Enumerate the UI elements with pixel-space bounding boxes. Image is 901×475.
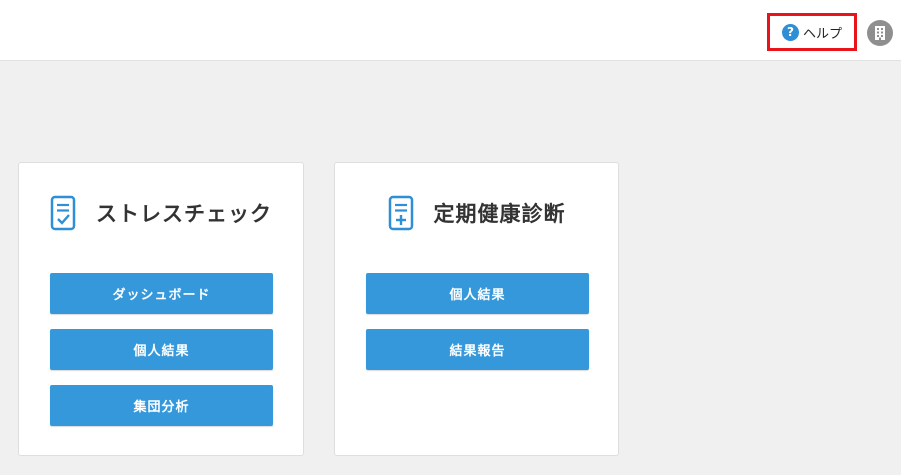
- checkup-individual-results-button[interactable]: 個人結果: [366, 273, 589, 314]
- top-bar: ? ヘルプ: [0, 0, 901, 61]
- stress-check-card: ストレスチェック ダッシュボード 個人結果 集団分析: [18, 162, 304, 456]
- card-header: 定期健康診断: [335, 193, 618, 233]
- help-button[interactable]: ? ヘルプ: [767, 13, 857, 51]
- clipboard-plus-icon: [388, 195, 413, 231]
- card-title: 定期健康診断: [433, 202, 566, 226]
- individual-results-button[interactable]: 個人結果: [50, 329, 273, 370]
- card-title: ストレスチェック: [96, 202, 272, 226]
- clipboard-check-icon: [50, 195, 76, 231]
- help-label: ヘルプ: [802, 26, 842, 42]
- card-header: ストレスチェック: [19, 193, 303, 233]
- dashboard-button[interactable]: ダッシュボード: [50, 273, 273, 314]
- company-button[interactable]: [867, 20, 893, 46]
- health-checkup-card: 定期健康診断 個人結果 結果報告: [334, 162, 619, 456]
- building-icon: [875, 26, 885, 40]
- group-analysis-button[interactable]: 集団分析: [50, 385, 273, 426]
- results-report-button[interactable]: 結果報告: [366, 329, 589, 370]
- question-circle-icon: ?: [781, 23, 799, 41]
